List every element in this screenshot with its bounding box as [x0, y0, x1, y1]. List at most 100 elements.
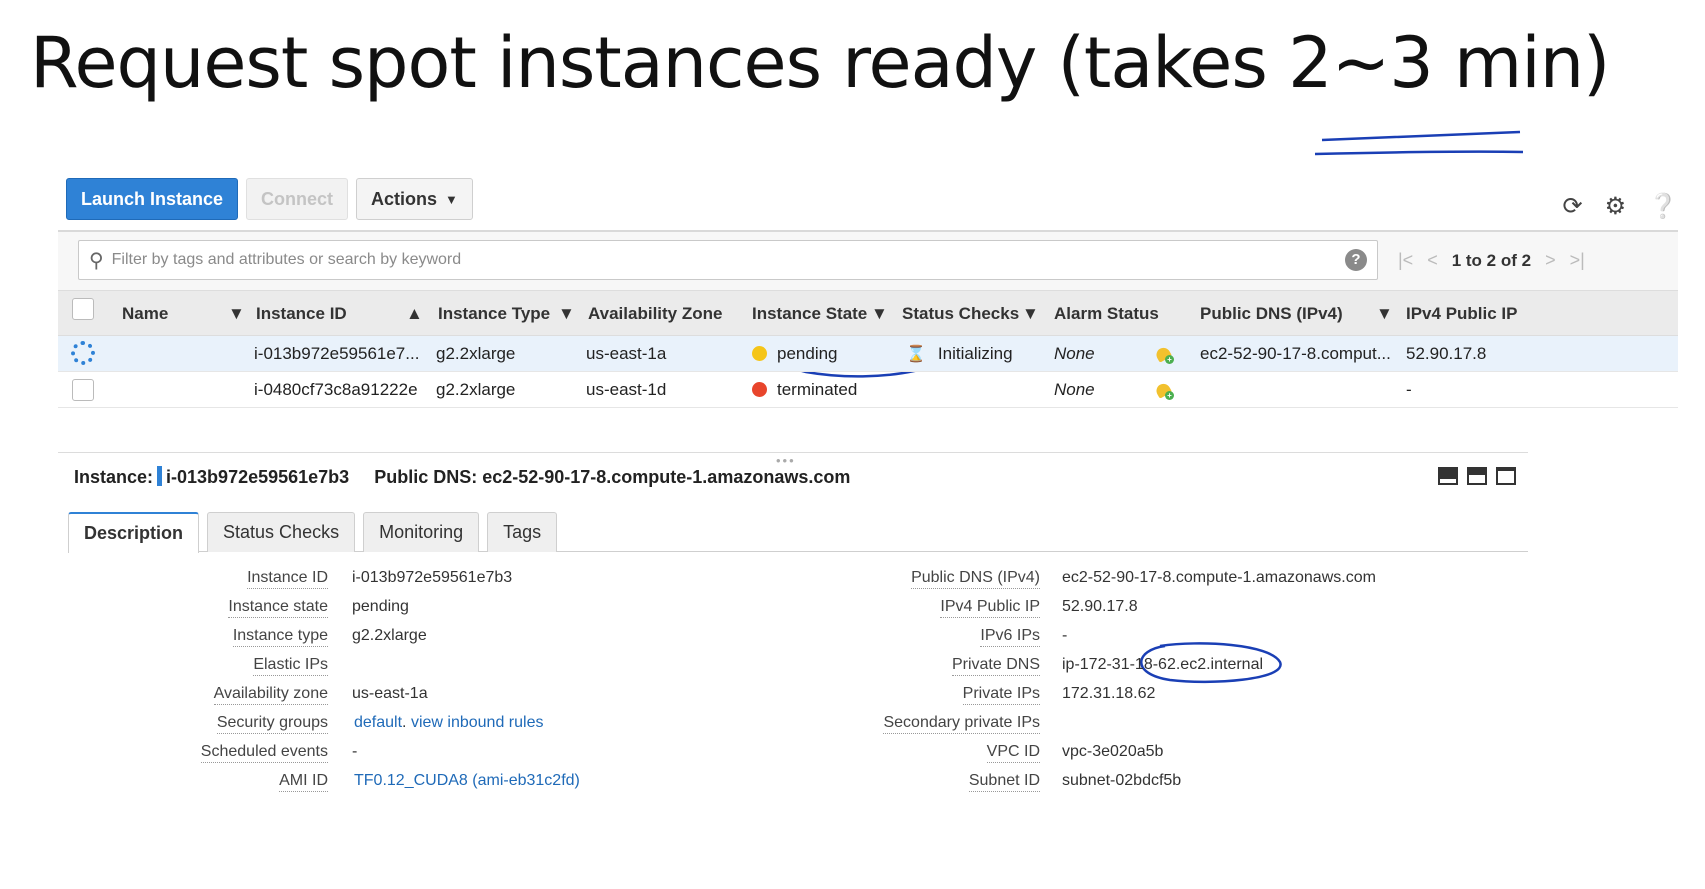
col-availability-zone[interactable]: Availability Zone — [588, 291, 722, 337]
col-instance-id[interactable]: Instance ID — [256, 291, 347, 337]
tab-monitoring[interactable]: Monitoring — [363, 512, 480, 552]
search-icon: ⚲ — [89, 249, 104, 272]
sort-icon[interactable]: ▼ — [228, 291, 245, 337]
prev-page-icon[interactable]: < — [1427, 250, 1438, 271]
connect-button[interactable]: Connect — [246, 178, 349, 220]
value-subnet-id: subnet-02bdcf5b — [1062, 772, 1182, 789]
label-availability-zone: Availability zone — [213, 684, 328, 705]
first-page-icon[interactable]: |< — [1398, 250, 1413, 271]
gear-icon[interactable]: ⚙ — [1605, 192, 1627, 221]
underline-annotation-2 — [1314, 150, 1524, 156]
search-input[interactable] — [111, 251, 1212, 269]
launch-instance-button[interactable]: Launch Instance — [66, 178, 239, 220]
label-ipv4-public-ip: IPv4 Public IP — [940, 597, 1040, 618]
add-alarm-icon[interactable]: + — [1153, 380, 1174, 400]
pane-medium-icon[interactable] — [1467, 467, 1487, 485]
cell-instance-state: pending — [752, 336, 838, 372]
cell-alarm-status: None — [1054, 380, 1095, 399]
value-instance-id: i-013b972e59561e7b3 — [352, 569, 513, 586]
search-help-icon[interactable]: ? — [1345, 249, 1367, 271]
terminated-status-dot-icon — [752, 382, 767, 397]
table-row[interactable]: i-013b972e59561e7... g2.2xlarge us-east-… — [58, 336, 1678, 372]
value-ipv6-ips: - — [1062, 627, 1068, 644]
value-private-ips: 172.31.18.62 — [1062, 685, 1156, 702]
cell-zone: us-east-1d — [586, 380, 667, 399]
actions-label: Actions — [371, 188, 438, 209]
table-row[interactable]: i-0480cf73c8a91222e g2.2xlarge us-east-1… — [58, 372, 1678, 408]
label-ipv6-ips: IPv6 IPs — [980, 626, 1040, 647]
sort-asc-icon[interactable]: ▲ — [406, 291, 423, 337]
instances-table: Name Instance ID Instance Type Availabil… — [58, 290, 1678, 408]
pane-large-icon[interactable] — [1438, 467, 1458, 485]
chevron-down-icon: ▼ — [445, 191, 458, 207]
public-dns-heading: Public DNS: ec2-52-90-17-8.compute-1.ama… — [374, 467, 851, 487]
last-page-icon[interactable]: >| — [1570, 250, 1585, 271]
select-all-checkbox[interactable] — [72, 298, 94, 320]
pending-status-dot-icon — [752, 346, 767, 361]
tab-tags[interactable]: Tags — [487, 512, 558, 552]
help-icon[interactable]: ❔ — [1648, 192, 1678, 221]
col-status-checks[interactable]: Status Checks — [902, 291, 1019, 337]
col-ipv4-public-ip[interactable]: IPv4 Public IP — [1406, 291, 1518, 337]
next-page-icon[interactable]: > — [1545, 250, 1556, 271]
filter-bar: ⚲ ? |< < 1 to 2 of 2 > >| — [58, 230, 1678, 290]
add-alarm-icon[interactable]: + — [1153, 344, 1174, 364]
description-right-column: Public DNS (IPv4) ec2-52-90-17-8.compute-… — [758, 568, 1518, 800]
table-header: Name Instance ID Instance Type Availabil… — [58, 290, 1678, 336]
ec2-console: Launch Instance Connect Actions ▼ ⟳ ⚙ ❔ … — [58, 170, 1678, 885]
description-left-column: Instance ID i-013b972e59561e7b3 Instance … — [58, 568, 758, 800]
label-instance-type: Instance type — [232, 626, 328, 647]
col-public-dns[interactable]: Public DNS (IPv4) — [1200, 291, 1343, 337]
col-instance-type[interactable]: Instance Type — [438, 291, 550, 337]
ami-id-link[interactable]: TF0.12_CUDA8 (ami-eb31c2fd) — [354, 772, 580, 789]
sort-icon[interactable]: ▼ — [871, 291, 888, 337]
pagination: |< < 1 to 2 of 2 > >| — [1398, 250, 1585, 271]
cell-instance-id: i-013b972e59561e7... — [254, 344, 420, 363]
pane-size-controls — [1438, 467, 1516, 485]
label-ami-id: AMI ID — [279, 771, 328, 792]
value-private-dns: ip-172-31-18-62.ec2.internal — [1062, 656, 1264, 673]
label-subnet-id: Subnet ID — [968, 771, 1040, 792]
value-scheduled-events: - — [352, 743, 358, 760]
row-checkbox[interactable] — [72, 379, 94, 401]
value-ipv4-public-ip: 52.90.17.8 — [1062, 598, 1138, 615]
actions-button[interactable]: Actions ▼ — [356, 178, 473, 220]
cell-public-dns: ec2-52-90-17-8.comput... — [1200, 344, 1391, 363]
value-public-dns: ec2-52-90-17-8.compute-1.amazonaws.com — [1062, 569, 1376, 586]
cell-public-ip: - — [1406, 380, 1412, 399]
sort-icon[interactable]: ▼ — [1022, 291, 1039, 337]
security-group-link[interactable]: default — [354, 714, 402, 731]
label-vpc-id: VPC ID — [986, 742, 1040, 763]
search-box: ⚲ ? — [78, 240, 1378, 280]
col-instance-state[interactable]: Instance State — [752, 291, 867, 337]
value-instance-type: g2.2xlarge — [352, 627, 427, 644]
slide-title: Request spot instances ready (takes 2~3 … — [30, 22, 1610, 104]
state-label: pending — [777, 344, 838, 363]
status-label: Initializing — [937, 344, 1013, 363]
sort-icon[interactable]: ▼ — [1376, 291, 1393, 337]
refresh-icon[interactable]: ⟳ — [1562, 192, 1582, 221]
label-private-ips: Private IPs — [962, 684, 1040, 705]
label-public-dns: Public DNS (IPv4) — [911, 568, 1040, 589]
label-instance-id: Instance ID — [247, 568, 328, 589]
col-alarm-status[interactable]: Alarm Status — [1054, 291, 1159, 337]
col-name[interactable]: Name — [122, 291, 168, 337]
pane-small-icon[interactable] — [1496, 467, 1516, 485]
tab-description[interactable]: Description — [68, 512, 200, 553]
cell-instance-id: i-0480cf73c8a91222e — [254, 380, 418, 399]
cell-instance-type: g2.2xlarge — [436, 344, 516, 363]
label-instance-state: Instance state — [228, 597, 328, 618]
hourglass-icon: ⌛ — [906, 346, 926, 363]
label-elastic-ips: Elastic IPs — [253, 655, 328, 676]
cell-instance-type: g2.2xlarge — [436, 380, 516, 399]
cell-instance-state: terminated — [752, 372, 857, 408]
state-label: terminated — [777, 380, 858, 399]
detail-header: Instance: i-013b972e59561e7b3 Public DNS:… — [74, 466, 850, 488]
label-private-dns: Private DNS — [951, 655, 1040, 676]
underline-annotation — [1321, 130, 1521, 142]
instance-label: Instance: — [74, 467, 154, 487]
instance-id-value: i-013b972e59561e7b3 — [166, 467, 350, 487]
sort-icon[interactable]: ▼ — [558, 291, 575, 337]
tab-status-checks[interactable]: Status Checks — [207, 512, 356, 552]
view-inbound-rules-link[interactable]: view inbound rules — [411, 714, 544, 731]
